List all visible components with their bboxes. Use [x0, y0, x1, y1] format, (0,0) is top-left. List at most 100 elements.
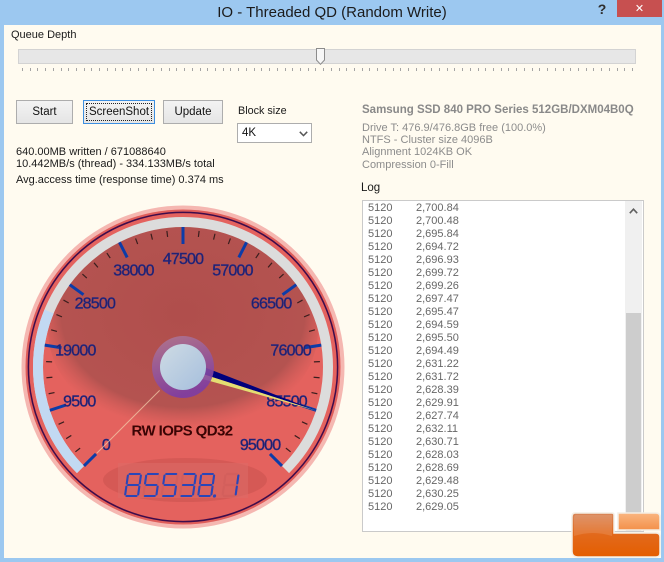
log-row[interactable]: 5120 2,629.48 [368, 475, 618, 488]
slider-tick [346, 68, 348, 71]
log-value: 2,628.39 [416, 384, 459, 396]
gauge-digit-segment [236, 474, 240, 485]
queue-depth-label: Queue Depth [11, 29, 77, 41]
log-row[interactable]: 5120 2,628.39 [368, 384, 618, 397]
log-block-size: 5120 [368, 462, 393, 474]
log-row[interactable]: 5120 2,628.69 [368, 462, 618, 475]
slider-tick [423, 68, 425, 71]
slider-tick [377, 68, 379, 71]
screenshot-button[interactable]: ScreenShot [83, 100, 155, 124]
queue-depth-slider[interactable] [16, 46, 638, 74]
gauge-digit-segment [125, 474, 129, 485]
slider-tick [400, 68, 402, 71]
log-row[interactable]: 5120 2,700.84 [368, 202, 618, 215]
chevron-down-icon [299, 131, 308, 137]
slider-tick [292, 68, 294, 71]
gauge-minor-tick [197, 230, 200, 237]
slider-tick [130, 68, 132, 71]
log-row[interactable]: 5120 2,700.48 [368, 215, 618, 228]
log-value: 2,628.69 [416, 462, 459, 474]
start-button[interactable]: Start [16, 100, 73, 124]
log-row[interactable]: 5120 2,629.91 [368, 397, 618, 410]
log-row[interactable]: 5120 2,631.72 [368, 371, 618, 384]
log-row[interactable]: 5120 2,694.49 [368, 345, 618, 358]
log-block-size: 5120 [368, 397, 393, 409]
gauge-tick-label: 38000 [113, 263, 154, 280]
slider-tick [493, 68, 494, 71]
update-button[interactable]: Update [163, 100, 223, 124]
log-row[interactable]: 5120 2,695.84 [368, 228, 618, 241]
slider-tick [76, 68, 78, 71]
slider-tick [284, 68, 286, 71]
log-row[interactable]: 5120 2,694.72 [368, 241, 618, 254]
slider-tick [454, 68, 456, 71]
gauge-title: RW IOPS QD32 [132, 423, 233, 440]
slider-track[interactable] [18, 49, 636, 64]
slider-tick [593, 68, 595, 71]
slider-tick [361, 68, 363, 71]
slider-tick [392, 68, 394, 71]
scroll-up-arrow-icon[interactable] [629, 208, 638, 214]
log-row[interactable]: 5120 2,694.59 [368, 319, 618, 332]
slider-tick [616, 68, 618, 71]
log-row[interactable]: 5120 2,632.11 [368, 423, 618, 436]
slider-tick [315, 68, 317, 71]
slider-tick [269, 68, 271, 71]
slider-tick [153, 68, 155, 71]
throughput-text: 10.442MB/s (thread) - 334.133MB/s total [16, 158, 215, 170]
slider-tick [523, 68, 525, 71]
slider-tick [585, 68, 587, 71]
log-row[interactable]: 5120 2,631.22 [368, 358, 618, 371]
log-value: 2,631.22 [416, 358, 459, 370]
log-block-size: 5120 [368, 332, 393, 344]
log-block-size: 5120 [368, 306, 393, 318]
slider-tick [160, 68, 162, 71]
close-button[interactable]: ✕ [617, 0, 662, 17]
log-value: 2,700.84 [416, 202, 459, 214]
slider-tick [384, 68, 386, 71]
window-title: IO - Threaded QD (Random Write) [217, 4, 447, 21]
block-size-select[interactable]: 4K [237, 123, 312, 143]
block-size-label: Block size [238, 105, 287, 117]
log-row[interactable]: 5120 2,699.72 [368, 267, 618, 280]
log-row[interactable]: 5120 2,695.50 [368, 332, 618, 345]
log-value: 2,629.05 [416, 501, 459, 513]
slider-thumb-shape [316, 48, 326, 65]
slider-tick [500, 68, 502, 71]
log-scrollbar[interactable] [625, 201, 642, 531]
slider-tick [438, 68, 440, 71]
slider-thumb[interactable] [316, 48, 326, 65]
slider-tick [137, 68, 139, 71]
log-row[interactable]: 5120 2,697.47 [368, 293, 618, 306]
help-button[interactable]: ? [594, 1, 610, 17]
slider-tick [531, 68, 533, 71]
log-value: 2,632.11 [416, 423, 459, 435]
log-block-size: 5120 [368, 501, 393, 513]
gauge-hub-cap [160, 344, 206, 390]
log-value: 2,695.47 [416, 306, 459, 318]
log-value: 2,694.72 [416, 241, 459, 253]
log-row[interactable]: 5120 2,627.74 [368, 410, 618, 423]
slider-tick [230, 68, 232, 71]
log-value: 2,699.26 [416, 280, 459, 292]
slider-tick [253, 68, 255, 71]
scroll-up-arrow-shape [629, 208, 638, 214]
slider-tick [354, 68, 356, 71]
log-row[interactable]: 5120 2,699.26 [368, 280, 618, 293]
chevron-down-shape [299, 131, 308, 137]
slider-tick [261, 68, 263, 71]
log-list[interactable]: 5120 2,700.84 5120 2,700.48 5120 2,695.84 5120… [362, 200, 644, 532]
log-row[interactable]: 5120 2,628.03 [368, 449, 618, 462]
log-row[interactable]: 5120 2,696.93 [368, 254, 618, 267]
log-value: 2,695.50 [416, 332, 459, 344]
log-scrollbar-thumb[interactable] [626, 313, 641, 531]
block-size-value: 4K [242, 127, 257, 139]
log-value: 2,700.48 [416, 215, 459, 227]
log-row[interactable]: 5120 2,630.25 [368, 488, 618, 501]
gauge-digit-segment [138, 474, 142, 485]
log-row[interactable]: 5120 2,695.47 [368, 306, 618, 319]
slider-tick [276, 68, 278, 71]
iops-gauge: 0 9500 19000 28500 38000 47500 57000 66500 76000… [21, 205, 345, 529]
log-row[interactable]: 5120 2,630.71 [368, 436, 618, 449]
log-value: 2,629.48 [416, 475, 459, 487]
